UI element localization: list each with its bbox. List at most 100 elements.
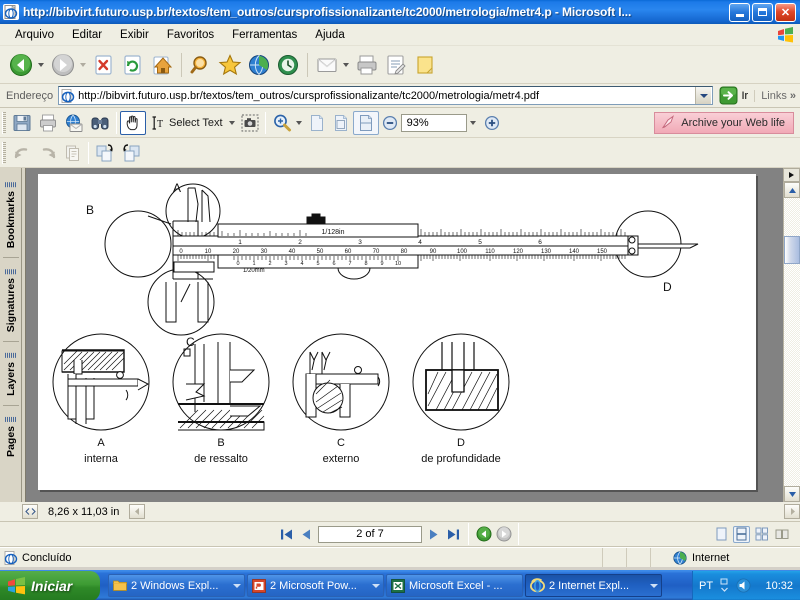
maximize-button[interactable] bbox=[752, 2, 773, 22]
actual-size-button[interactable] bbox=[305, 111, 329, 135]
mail-dropdown-arrow-icon[interactable] bbox=[343, 62, 349, 67]
nav-tab-layers-label: Layers bbox=[4, 362, 17, 397]
pdf-page-area[interactable]: 1/128in 1/20mm 1 2 3 4 5 6 0 10 20 30 40… bbox=[26, 168, 783, 502]
task-dropdown-arrow-icon[interactable] bbox=[372, 583, 380, 588]
toolbar-grip-2[interactable] bbox=[2, 141, 6, 164]
zoom-out-button[interactable] bbox=[379, 111, 401, 135]
address-url-text[interactable]: http://bibvirt.futuro.usp.br/textos/tem_… bbox=[78, 90, 695, 102]
svg-text:2: 2 bbox=[268, 261, 271, 267]
fit-width-button[interactable] bbox=[352, 110, 379, 135]
nav-tab-signatures[interactable]: Signatures bbox=[3, 263, 19, 338]
redo-button[interactable] bbox=[35, 141, 61, 165]
task-dropdown-arrow-icon[interactable] bbox=[233, 583, 241, 588]
back-button[interactable] bbox=[6, 48, 36, 82]
scrollbar-track[interactable] bbox=[784, 198, 800, 486]
print-button[interactable] bbox=[353, 48, 381, 82]
address-dropdown-button[interactable] bbox=[695, 87, 712, 104]
zoom-level-input[interactable]: 93% bbox=[400, 113, 467, 132]
print-pdf-button[interactable] bbox=[35, 111, 61, 135]
zoom-level-dropdown-button[interactable] bbox=[467, 120, 481, 125]
stop-button[interactable] bbox=[90, 48, 118, 82]
svg-text:3: 3 bbox=[358, 239, 362, 246]
email-button[interactable] bbox=[61, 111, 87, 135]
task-dropdown-arrow-icon[interactable] bbox=[650, 583, 658, 588]
layout-continuous-facing-button[interactable] bbox=[773, 526, 790, 543]
minimize-button[interactable] bbox=[729, 2, 750, 22]
menu-editar[interactable]: Editar bbox=[63, 26, 111, 44]
archive-web-life-button[interactable]: Archive your Web life bbox=[654, 111, 794, 134]
layout-facing-button[interactable] bbox=[753, 526, 770, 543]
menu-arquivo[interactable]: Arquivo bbox=[6, 26, 63, 44]
task-windows-explorer[interactable]: 2 Windows Expl... bbox=[108, 574, 245, 597]
select-text-button[interactable]: T Select Text bbox=[146, 111, 228, 135]
favorites-button[interactable] bbox=[216, 48, 244, 82]
security-zone[interactable]: Internet bbox=[650, 548, 800, 567]
refresh-button[interactable] bbox=[119, 48, 147, 82]
home-button[interactable] bbox=[148, 48, 176, 82]
previous-page-button[interactable] bbox=[298, 526, 315, 543]
task-internet-explorer[interactable]: 2 Internet Expl... bbox=[525, 574, 662, 597]
language-indicator[interactable]: PT bbox=[699, 580, 713, 592]
search-button[interactable] bbox=[187, 48, 215, 82]
nav-tab-layers[interactable]: Layers bbox=[3, 347, 19, 402]
zoom-in-tool-button[interactable] bbox=[269, 111, 295, 135]
layout-single-page-button[interactable] bbox=[713, 526, 730, 543]
go-button[interactable]: Ir bbox=[713, 86, 754, 105]
menu-exibir[interactable]: Exibir bbox=[111, 26, 158, 44]
menu-ferramentas[interactable]: Ferramentas bbox=[223, 26, 306, 44]
first-page-button[interactable] bbox=[278, 526, 295, 543]
nav-tab-bookmarks[interactable]: Bookmarks bbox=[3, 176, 19, 254]
save-button[interactable] bbox=[9, 111, 35, 135]
menu-ajuda[interactable]: Ajuda bbox=[306, 26, 353, 44]
taskbar-clock[interactable]: 10:32 bbox=[765, 580, 793, 592]
forward-button[interactable] bbox=[48, 48, 78, 82]
task-powerpoint[interactable]: 2 Microsoft Pow... bbox=[247, 574, 384, 597]
next-page-button[interactable] bbox=[425, 526, 442, 543]
svg-text:60: 60 bbox=[345, 249, 352, 255]
search-pdf-button[interactable] bbox=[87, 111, 113, 135]
next-view-button[interactable] bbox=[495, 526, 512, 543]
hscroll-right-button[interactable] bbox=[784, 504, 800, 519]
scroll-down-button[interactable] bbox=[784, 486, 800, 502]
taskbar: Iniciar 2 Windows Expl... 2 Microsoft Po… bbox=[0, 570, 800, 600]
toolbar-grip[interactable] bbox=[2, 111, 6, 134]
menu-favoritos[interactable]: Favoritos bbox=[158, 26, 223, 44]
start-button[interactable]: Iniciar bbox=[0, 570, 100, 600]
copy-button[interactable] bbox=[61, 141, 85, 165]
hand-tool-button[interactable] bbox=[120, 110, 146, 135]
layout-continuous-button[interactable] bbox=[733, 525, 750, 543]
close-button[interactable]: ✕ bbox=[775, 2, 796, 22]
nav-tab-pages[interactable]: Pages bbox=[3, 411, 19, 463]
address-input[interactable]: http://bibvirt.futuro.usp.br/textos/tem_… bbox=[58, 86, 714, 105]
scroll-up-button[interactable] bbox=[784, 182, 800, 198]
hscroll-left-button[interactable] bbox=[129, 504, 146, 519]
discuss-button[interactable] bbox=[411, 48, 439, 82]
horizontal-scroll-grip[interactable] bbox=[22, 504, 38, 519]
media-button[interactable] bbox=[245, 48, 273, 82]
previous-view-button[interactable] bbox=[475, 526, 492, 543]
last-page-button[interactable] bbox=[445, 526, 462, 543]
zoom-tool-dropdown-arrow-icon[interactable] bbox=[295, 120, 302, 125]
edit-page-button[interactable] bbox=[382, 48, 410, 82]
links-overflow-icon[interactable]: » bbox=[790, 90, 796, 102]
history-button[interactable] bbox=[274, 48, 302, 82]
snapshot-button[interactable] bbox=[238, 111, 262, 135]
svg-text:5: 5 bbox=[316, 261, 319, 267]
scrollbar-top-nub[interactable] bbox=[783, 168, 800, 182]
zoom-in-button[interactable] bbox=[481, 111, 503, 135]
task-excel[interactable]: Microsoft Excel - ... bbox=[386, 574, 523, 597]
rotate-counterclockwise-button[interactable] bbox=[118, 141, 144, 165]
svg-text:3: 3 bbox=[284, 261, 287, 267]
back-dropdown-arrow-icon[interactable] bbox=[38, 62, 44, 67]
vertical-scrollbar[interactable] bbox=[783, 168, 800, 502]
forward-dropdown-arrow-icon bbox=[80, 62, 86, 67]
select-text-dropdown-arrow-icon[interactable] bbox=[228, 120, 235, 125]
svg-text:2: 2 bbox=[298, 239, 302, 246]
fit-page-button[interactable] bbox=[329, 111, 353, 135]
links-bar[interactable]: Links » bbox=[754, 89, 796, 102]
page-number-input[interactable]: 2 of 7 bbox=[318, 525, 422, 543]
undo-button[interactable] bbox=[9, 141, 35, 165]
mail-button[interactable] bbox=[313, 48, 341, 82]
rotate-clockwise-button[interactable] bbox=[92, 141, 118, 165]
scrollbar-thumb[interactable] bbox=[784, 236, 800, 264]
